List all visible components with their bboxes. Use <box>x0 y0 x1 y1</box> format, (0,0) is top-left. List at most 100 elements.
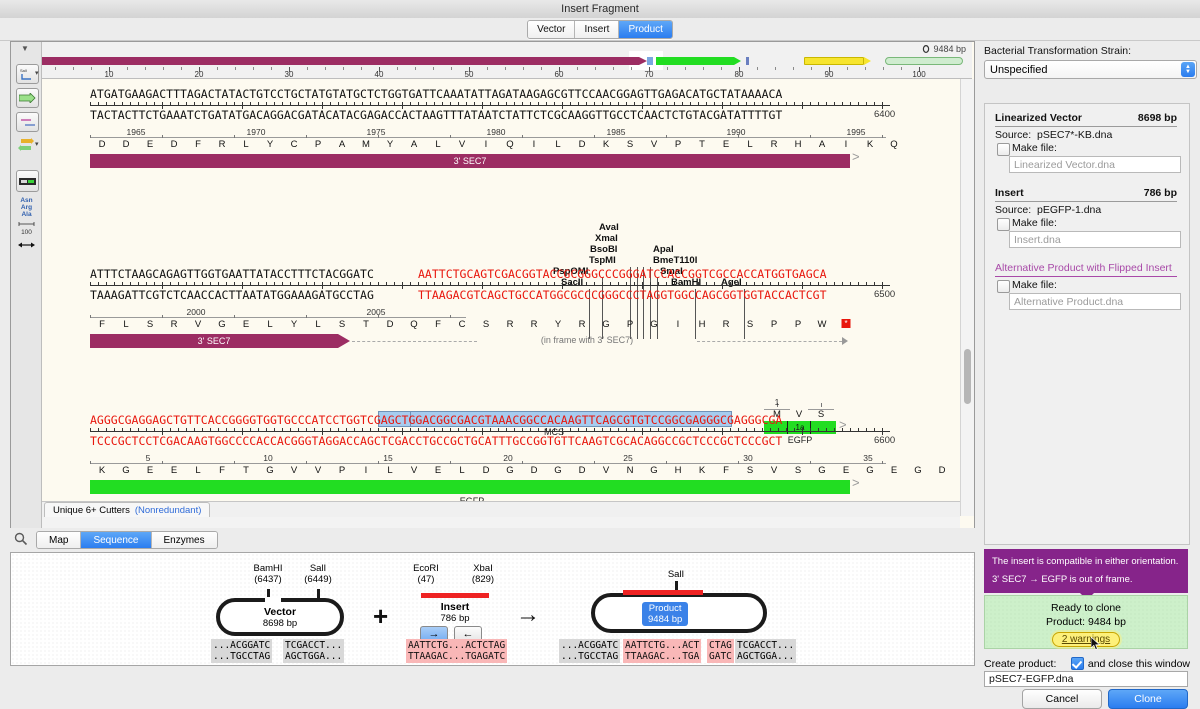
tab-product[interactable]: Product <box>619 21 671 38</box>
cutter-filter-note: (Nonredundant) <box>135 505 202 516</box>
enzyme-label-apai[interactable]: ApaI <box>653 244 674 255</box>
insert-filename-input[interactable]: Insert.dna <box>1009 231 1181 248</box>
linearized-vector-makefile-label: Make file: <box>1012 142 1057 154</box>
alternative-filename-input[interactable]: Alternative Product.dna <box>1009 293 1181 310</box>
view-mode-group: Map Sequence Enzymes <box>36 531 218 549</box>
overview-egfp-feature <box>656 57 734 65</box>
aa-number-1970: 1970 <box>247 127 266 137</box>
overview-tick-50: 50 <box>465 70 474 79</box>
amino-acid-residue: V <box>651 139 657 150</box>
sequence-pane: 9484 bp 10 20 <box>10 41 975 531</box>
amino-acid-residue: D <box>387 319 394 330</box>
warnings-button[interactable]: 2 warnings <box>1052 632 1120 647</box>
enzyme-label-avai[interactable]: AvaI <box>599 222 619 233</box>
amino-acid-residue: G <box>650 465 657 476</box>
aa-number-1975: 1975 <box>367 127 386 137</box>
vector-enzyme-sali[interactable]: SalI (6449) <box>304 563 331 585</box>
translation-direction-button[interactable] <box>16 136 37 154</box>
feature-sec7-1[interactable]: 3' SEC7 <box>90 154 850 168</box>
amino-acid-residue: L <box>459 465 464 476</box>
aa-number-1995: 1995 <box>847 127 866 137</box>
top-strand-3[interactable]: AGGGCGAGGAGCTGTTCACCGGGGTGGTGCCCATCCTGGT… <box>90 413 782 427</box>
amino-acid-residue: D <box>939 465 946 476</box>
linearized-vector-source: Source: pSEC7*-KB.dna <box>995 129 1112 141</box>
strain-stepper-icon[interactable]: ▲▼ <box>1181 62 1195 77</box>
translation-menu-chevron-icon[interactable]: ▾ <box>35 140 39 148</box>
collapse-chevron-icon[interactable]: ▼ <box>21 44 29 53</box>
view-mode-enzymes[interactable]: Enzymes <box>152 532 217 548</box>
bottom-strand-2-black[interactable]: TAAAGATTCGTCTCAACCACTTAATATGGAAAGATGCCTA… <box>90 288 374 302</box>
product-enzyme-sali[interactable]: SalI <box>668 569 684 580</box>
linearized-vector-filename-input[interactable]: Linearized Vector.dna <box>1009 156 1181 173</box>
create-product-label: Create product: <box>984 658 1056 670</box>
linearized-vector-makefile-checkbox[interactable] <box>997 143 1010 156</box>
strain-select[interactable]: Unspecified ▲▼ <box>984 60 1197 79</box>
vector-enzyme-bamhi[interactable]: BamHI (6437) <box>253 563 282 585</box>
enzyme-label-bsobi[interactable]: BsoBI <box>590 244 617 255</box>
amino-acid-residue: F <box>723 465 729 476</box>
tab-insert[interactable]: Insert <box>575 21 619 38</box>
primers-icon <box>20 117 36 128</box>
overview-map[interactable]: 9484 bp 10 20 <box>11 42 972 79</box>
insert-enzyme-ecori[interactable]: EcoRI (47) <box>413 563 439 585</box>
zoom-width-icon[interactable] <box>18 240 35 252</box>
top-strand-1[interactable]: ATGATGAAGACTTTAGACTATACTGTCCTGCTATGTATGC… <box>90 87 782 101</box>
enzyme-label-tspmi[interactable]: TspMI <box>589 255 616 266</box>
vertical-scroll-thumb[interactable] <box>964 349 971 404</box>
search-icon[interactable] <box>14 532 28 546</box>
amino-acid-residue: P <box>795 319 801 330</box>
cutter-filter-tab[interactable]: Unique 6+ Cutters (Nonredundant) <box>44 502 210 517</box>
amino-acid-residue: C <box>459 319 466 330</box>
insert-fragment-bar[interactable] <box>421 593 489 598</box>
primer-button[interactable] <box>16 112 39 132</box>
amino-acid-residue: V <box>771 465 777 476</box>
top-strand-2-black[interactable]: ATTTCTAAGCAGAGTTGGTGAATTATACCTTTCTACGGAT… <box>90 267 374 281</box>
vector-plasmid[interactable]: Vector 8698 bp <box>216 598 344 636</box>
ready-line-2: Product: 9484 bp <box>985 616 1187 628</box>
vector-left-overhang: ...ACGGATC ...TGCCTAG <box>211 639 272 663</box>
close-window-checkbox[interactable] <box>1071 657 1084 670</box>
amino-acid-residue: L <box>435 139 440 150</box>
aa-number-1985: 1985 <box>607 127 626 137</box>
bottom-strand-2-red[interactable]: TTAAGACGTCAGCTGCCATGGCGCCCGGGCCCTAGGTGGC… <box>418 288 827 302</box>
strand-display-button[interactable] <box>16 170 39 192</box>
mouse-cursor-icon <box>1091 637 1101 651</box>
sequence-vertical-scrollbar[interactable] <box>960 79 974 516</box>
amino-acid-residue: L <box>195 465 200 476</box>
close-window-option[interactable]: and close this window <box>1071 657 1190 670</box>
enzyme-menu-chevron-icon[interactable]: ▾ <box>35 69 39 77</box>
product-filename-input[interactable]: pSEC7-EGFP.dna <box>984 671 1188 687</box>
feature-arrow-button[interactable] <box>16 88 39 108</box>
amino-acid-residue: V <box>411 465 417 476</box>
overview-tick-60: 60 <box>555 70 564 79</box>
feature-egfp-3[interactable] <box>90 480 850 494</box>
aa-number-2000: 2000 <box>187 307 206 317</box>
tab-vector[interactable]: Vector <box>528 21 575 38</box>
bottom-strand-3[interactable]: TCCCGCTCCTCGACAAGTGGCCCCACCACGGGTAGGACCA… <box>90 434 782 448</box>
bottom-strand-1[interactable]: TACTACTTCTGAAATCTGATATGACAGGACGATACATACG… <box>90 108 782 122</box>
amino-acid-display-icon[interactable]: AsnArgAla <box>19 197 34 218</box>
insert-enzyme-xbai[interactable]: XbaI (829) <box>472 563 494 585</box>
clone-button[interactable]: Clone <box>1108 689 1188 709</box>
sequence-canvas[interactable]: ATGATGAAGACTTTAGACTATACTGTCCTGCTATGTATGC… <box>42 79 960 516</box>
alternative-makefile-checkbox[interactable] <box>997 280 1010 293</box>
overview-length: 9484 bp <box>922 44 966 54</box>
insert-makefile-checkbox[interactable] <box>997 218 1010 231</box>
main-tabbar: Vector Insert Product <box>0 18 1200 41</box>
amino-acid-residue: F <box>219 465 225 476</box>
linearized-vector-source-value: pSEC7*-KB.dna <box>1037 129 1112 141</box>
cancel-button[interactable]: Cancel <box>1022 689 1102 709</box>
amino-acid-residue: G <box>218 319 225 330</box>
amino-acid-residue: V <box>291 465 297 476</box>
product-plasmid[interactable]: Product 9484 bp <box>591 593 767 633</box>
enzyme-label-xmai[interactable]: XmaI <box>595 233 618 244</box>
top-strand-2-red[interactable]: AATTCTGCAGTCGACGGTACCGCGGGCCCGGGATCCACCG… <box>418 267 827 281</box>
ready-line-1: Ready to clone <box>985 602 1187 614</box>
position-marker-6400: 6400 <box>874 109 895 120</box>
linearized-vector-rule <box>995 126 1177 127</box>
feature-sec7-2[interactable]: 3' SEC7 <box>90 334 338 348</box>
enzyme-label-bmet110i[interactable]: BmeT110I <box>653 255 697 266</box>
feature-sec7-label-2: 3' SEC7 <box>198 336 231 346</box>
view-mode-map[interactable]: Map <box>37 532 81 548</box>
view-mode-sequence[interactable]: Sequence <box>81 532 151 548</box>
